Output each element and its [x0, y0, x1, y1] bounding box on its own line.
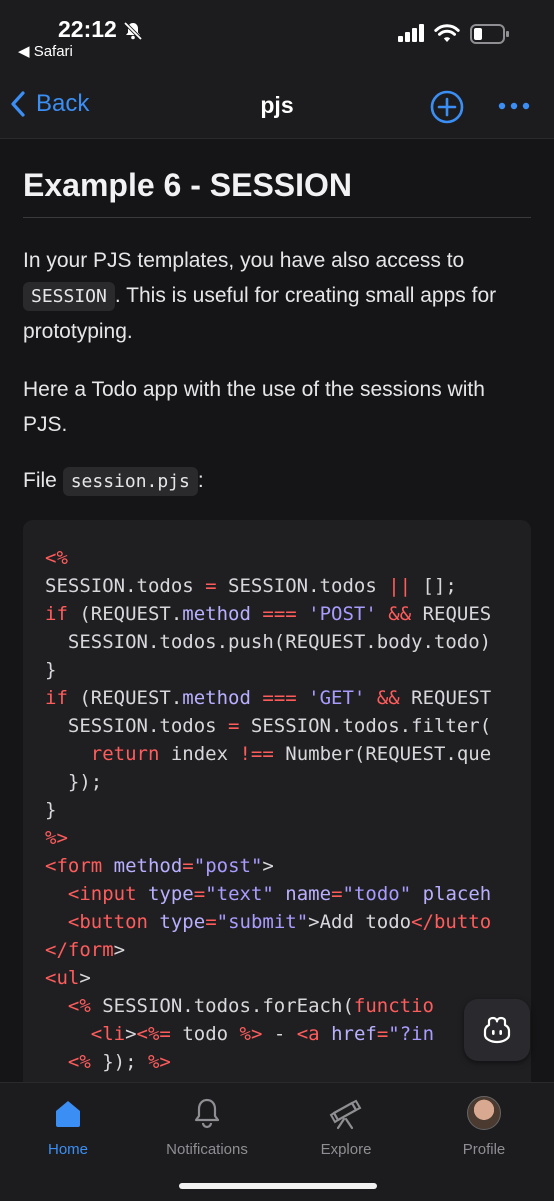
- code-line: }: [45, 659, 57, 681]
- more-options-icon[interactable]: [498, 102, 530, 110]
- back-to-app-link[interactable]: ◀ Safari: [18, 42, 73, 60]
- code-line: SESSION.todos = SESSION.todos || [];: [45, 575, 457, 597]
- bell-icon: [194, 1098, 220, 1129]
- battery-icon: [470, 24, 509, 44]
- code-line: return index !== Number(REQUEST.que: [90, 743, 492, 765]
- paragraph-todo-app: Here a Todo app with the use of the sess…: [23, 378, 485, 436]
- code-line: <form method="post">: [45, 855, 274, 877]
- copilot-button[interactable]: [464, 999, 530, 1061]
- tab-notifications[interactable]: Notifications: [147, 1095, 267, 1158]
- code-line: %>: [45, 827, 68, 849]
- code-line: }: [45, 799, 57, 821]
- code-block[interactable]: <% SESSION.todos = SESSION.todos || []; if…: [23, 520, 531, 1082]
- back-app-label: Safari: [33, 43, 73, 60]
- code-line: <% }); %>: [67, 1051, 171, 1073]
- home-indicator: [179, 1183, 377, 1189]
- paragraph-session-intro: In your PJS templates, you have also acc…: [23, 243, 531, 349]
- tab-label: Explore: [320, 1141, 372, 1158]
- page-title: pjs: [260, 92, 294, 118]
- tab-profile[interactable]: Profile: [424, 1095, 544, 1158]
- heading-divider: [23, 217, 531, 218]
- paragraph-text: In your PJS templates, you have also acc…: [23, 249, 465, 272]
- code-line: <%: [45, 547, 68, 569]
- code-line: SESSION.todos = SESSION.todos.filter(: [45, 715, 492, 737]
- code-lines: <% SESSION.todos = SESSION.todos || []; if…: [45, 544, 491, 1076]
- tab-label: Notifications: [166, 1141, 248, 1158]
- status-bar: 22:12 ◀ Safari: [0, 0, 554, 64]
- paragraph-text: :: [197, 469, 204, 492]
- code-line: SESSION.todos.push(REQUEST.body.todo): [45, 631, 492, 653]
- article-content: Example 6 - SESSION In your PJS template…: [0, 139, 554, 1082]
- code-line: if (REQUEST.method === 'POST' && REQUES: [45, 603, 492, 625]
- cellular-signal-icon: [398, 24, 424, 42]
- navigation-bar: Back pjs: [0, 64, 554, 139]
- avatar: [467, 1096, 501, 1130]
- copilot-icon: [483, 1016, 511, 1044]
- inline-code-session: SESSION: [23, 282, 115, 311]
- code-line: });: [45, 771, 103, 793]
- home-icon: [56, 1101, 80, 1127]
- status-time: 22:12: [58, 16, 117, 42]
- add-circle-icon[interactable]: [430, 90, 464, 124]
- wifi-icon: [434, 24, 460, 42]
- code-line: </form>: [45, 939, 126, 961]
- bell-muted-icon: [123, 21, 143, 41]
- tab-label: Profile: [462, 1141, 506, 1158]
- section-heading: Example 6 - SESSION: [23, 167, 353, 203]
- tab-home[interactable]: Home: [8, 1095, 128, 1158]
- tab-explore[interactable]: Explore: [286, 1095, 406, 1158]
- code-line: <input type="text" name="todo" placeh: [67, 883, 492, 905]
- telescope-icon: [329, 1099, 362, 1130]
- code-line: <li><%= todo %> - <a href="?in: [90, 1023, 435, 1045]
- paragraph-file-label: File session.pjs:: [23, 463, 531, 499]
- code-line: if (REQUEST.method === 'GET' && REQUEST: [45, 687, 492, 709]
- inline-code-filename: session.pjs: [62, 467, 198, 496]
- paragraph-text: File: [23, 469, 57, 492]
- code-line: <button type="submit">Add todo</butto: [67, 911, 492, 933]
- code-line: <% SESSION.todos.forEach(functio: [67, 995, 434, 1017]
- tab-label: Home: [47, 1141, 88, 1158]
- code-line: <ul>: [45, 967, 91, 989]
